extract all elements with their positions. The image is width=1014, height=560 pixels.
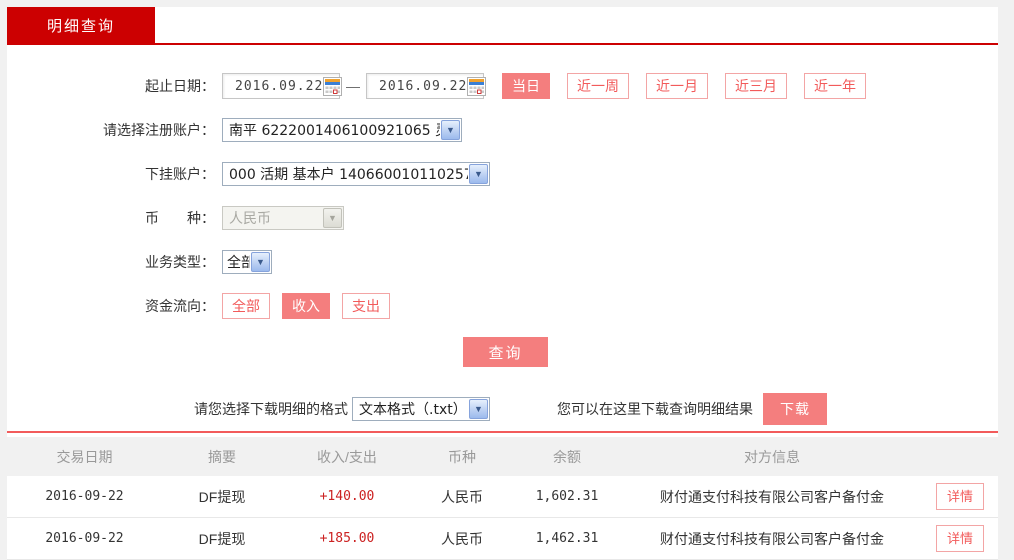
- currency-row: 币 种： 人民币 ▼: [7, 205, 998, 231]
- flow-income-button[interactable]: 收入: [282, 293, 330, 319]
- date-range-label: 起止日期：: [145, 78, 215, 94]
- sub-account-row: 下挂账户： 000 活期 基本户 1406600101102571848 ▼: [7, 161, 998, 187]
- col-header-balance: 余额: [553, 448, 581, 465]
- currency-label: 币 种：: [145, 210, 215, 226]
- range-year-button[interactable]: 近一年: [804, 73, 866, 99]
- chevron-down-icon: ▼: [323, 208, 342, 228]
- business-type-row: 业务类型： 全部 ▼: [7, 249, 998, 275]
- col-header-summary: 摘要: [208, 448, 236, 465]
- flow-expense-button[interactable]: 支出: [342, 293, 390, 319]
- chevron-down-icon[interactable]: ▼: [441, 120, 460, 140]
- chevron-down-icon[interactable]: ▼: [251, 252, 270, 272]
- query-row: 查询: [7, 337, 998, 367]
- business-type-select[interactable]: 全部 ▼: [222, 250, 272, 274]
- calendar-icon[interactable]: [467, 76, 487, 96]
- range-today-button[interactable]: 当日: [502, 73, 550, 99]
- content-panel: 明细查询 起止日期： 2016.09.22 — 2016.09.22 当日 近一…: [7, 7, 998, 560]
- range-week-button[interactable]: 近一周: [567, 73, 629, 99]
- date-range-separator: —: [346, 78, 360, 94]
- cell-date: 2016-09-22: [45, 489, 124, 504]
- start-date-input[interactable]: 2016.09.22: [222, 73, 343, 99]
- cell-amount: +140.00: [319, 489, 375, 504]
- tab-detail-query[interactable]: 明细查询: [7, 7, 155, 43]
- cell-summary: DF提现: [198, 488, 246, 505]
- start-date-value: 2016.09.22: [235, 78, 324, 94]
- table-row: 2016-09-22 DF提现 +140.00 人民币 1,602.31 财付通…: [7, 476, 998, 518]
- download-format-value: 文本格式（.txt）: [359, 402, 467, 418]
- col-header-date: 交易日期: [56, 448, 113, 465]
- cell-counterparty: 财付通支付科技有限公司客户备付金: [660, 530, 884, 547]
- tab-bar: 明细查询: [7, 7, 998, 43]
- detail-button[interactable]: 详情: [935, 525, 984, 552]
- query-button[interactable]: 查询: [463, 337, 548, 367]
- sub-account-value: 000 活期 基本户 1406600101102571848: [229, 167, 468, 183]
- cell-currency: 人民币: [441, 530, 483, 547]
- fund-flow-label: 资金流向：: [145, 298, 215, 314]
- currency-value: 人民币: [229, 211, 271, 227]
- table-row: 2016-09-22 DF提现 +185.00 人民币 1,462.31 财付通…: [7, 518, 998, 560]
- detail-button[interactable]: 详情: [935, 483, 984, 510]
- col-header-currency: 币种: [448, 448, 476, 465]
- currency-select: 人民币 ▼: [222, 206, 344, 230]
- download-format-label: 请您选择下载明细的格式: [194, 401, 348, 417]
- end-date-value: 2016.09.22: [379, 78, 468, 94]
- range-quarter-button[interactable]: 近三月: [725, 73, 787, 99]
- register-account-value: 南平 6222001406100921065 灵通卡: [229, 123, 440, 139]
- cell-counterparty: 财付通支付科技有限公司客户备付金: [660, 488, 884, 505]
- cell-amount: +185.00: [319, 531, 375, 546]
- download-hint: 您可以在这里下载查询明细结果: [557, 401, 753, 417]
- sub-account-select[interactable]: 000 活期 基本户 1406600101102571848 ▼: [222, 162, 490, 186]
- end-date-input[interactable]: 2016.09.22: [366, 73, 487, 99]
- register-account-row: 请选择注册账户： 南平 6222001406100921065 灵通卡 ▼: [7, 117, 998, 143]
- table-top-divider: [7, 431, 998, 433]
- chevron-down-icon[interactable]: ▼: [469, 399, 488, 419]
- chevron-down-icon[interactable]: ▼: [469, 164, 488, 184]
- table-header-row: 交易日期 摘要 收入/支出 币种 余额 对方信息: [7, 437, 998, 476]
- calendar-icon[interactable]: [323, 76, 343, 96]
- business-type-label: 业务类型：: [145, 254, 215, 270]
- range-month-button[interactable]: 近一月: [646, 73, 708, 99]
- cell-date: 2016-09-22: [45, 531, 124, 546]
- results-table: 交易日期 摘要 收入/支出 币种 余额 对方信息 2016-09-22 DF提现…: [7, 431, 998, 560]
- cell-balance: 1,602.31: [535, 489, 599, 504]
- cell-balance: 1,462.31: [535, 531, 599, 546]
- cell-summary: DF提现: [198, 530, 246, 547]
- download-format-select[interactable]: 文本格式（.txt） ▼: [352, 397, 490, 421]
- download-button[interactable]: 下载: [763, 393, 827, 425]
- quick-range-buttons: 当日 近一周 近一月 近三月 近一年: [502, 73, 866, 99]
- sub-account-label: 下挂账户：: [145, 166, 215, 182]
- business-type-value: 全部: [227, 255, 250, 271]
- register-account-select[interactable]: 南平 6222001406100921065 灵通卡 ▼: [222, 118, 462, 142]
- col-header-amount: 收入/支出: [317, 448, 377, 465]
- col-header-counterparty: 对方信息: [744, 448, 800, 465]
- register-account-label: 请选择注册账户：: [103, 122, 215, 138]
- query-form: 起止日期： 2016.09.22 — 2016.09.22 当日 近一周 近一月…: [7, 45, 998, 425]
- download-row: 请您选择下载明细的格式 文本格式（.txt） ▼ 您可以在这里下载查询明细结果 …: [7, 393, 998, 425]
- flow-all-button[interactable]: 全部: [222, 293, 270, 319]
- fund-flow-row: 资金流向： 全部 收入 支出: [7, 293, 998, 319]
- cell-currency: 人民币: [441, 488, 483, 505]
- date-range-row: 起止日期： 2016.09.22 — 2016.09.22 当日 近一周 近一月…: [7, 73, 998, 99]
